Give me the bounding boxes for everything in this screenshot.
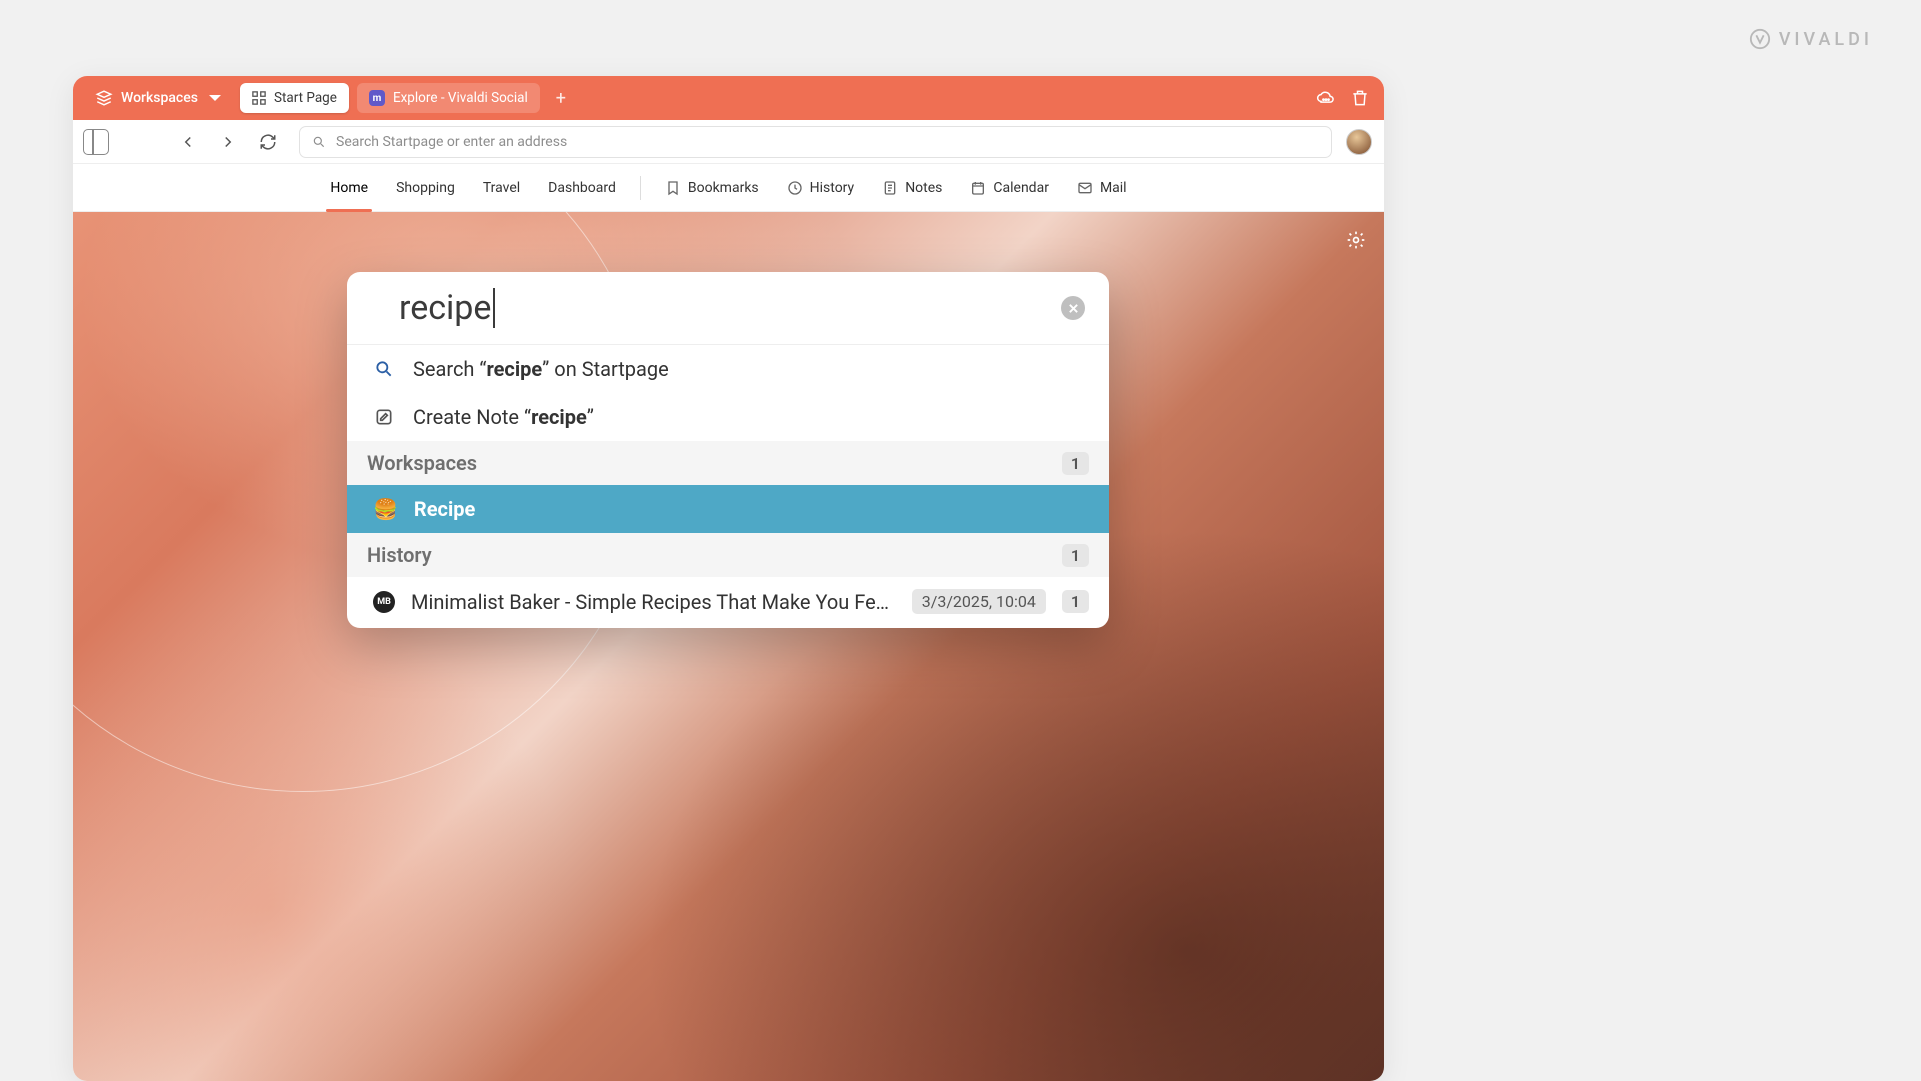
workspaces-button[interactable]: Workspaces (87, 83, 232, 113)
gear-icon (1346, 230, 1366, 250)
text-cursor (493, 288, 495, 328)
forward-button[interactable] (211, 125, 245, 159)
sd-home[interactable]: Home (320, 164, 378, 212)
history-icon (787, 180, 803, 196)
burger-icon: 🍔 (373, 497, 398, 521)
navbar: Search Startpage or enter an address (73, 120, 1384, 164)
address-bar[interactable]: Search Startpage or enter an address (299, 126, 1332, 158)
sd-bookmarks[interactable]: Bookmarks (655, 164, 769, 212)
section-count-badge: 1 (1062, 544, 1089, 567)
create-note-row[interactable]: Create Note “recipe” (347, 393, 1109, 441)
quick-commands-panel: recipe Search “recipe” on Startpage (347, 272, 1109, 628)
sd-mail[interactable]: Mail (1067, 164, 1137, 212)
new-tab-button[interactable]: + (548, 85, 574, 111)
history-date-badge: 3/3/2025, 10:04 (912, 589, 1046, 614)
sd-dashboard[interactable]: Dashboard (538, 164, 626, 212)
quick-search-text: recipe (399, 288, 491, 328)
section-count-badge: 1 (1062, 452, 1089, 475)
mail-icon (1077, 180, 1093, 196)
close-icon (1068, 303, 1079, 314)
section-history: History 1 (347, 533, 1109, 577)
site-favicon: MB (373, 591, 395, 613)
search-row-text: Search “recipe” on Startpage (413, 357, 669, 381)
chevron-down-icon (206, 89, 224, 107)
bookmark-icon (665, 180, 681, 196)
note-edit-icon (373, 407, 395, 427)
tab-startpage[interactable]: Start Page (240, 83, 349, 113)
history-count-badge: 1 (1062, 590, 1089, 613)
address-placeholder: Search Startpage or enter an address (336, 134, 567, 150)
sd-shopping[interactable]: Shopping (386, 164, 465, 212)
trash-icon[interactable] (1350, 88, 1370, 108)
startpage-settings-button[interactable] (1346, 230, 1366, 254)
sd-history[interactable]: History (777, 164, 865, 212)
search-engine-row[interactable]: Search “recipe” on Startpage (347, 345, 1109, 393)
history-result-title: Minimalist Baker - Simple Recipes That M… (411, 590, 896, 614)
sync-cloud-icon[interactable] (1316, 88, 1336, 108)
search-globe-icon (373, 359, 395, 379)
workspace-result-label: Recipe (414, 497, 475, 521)
startpage-icon (252, 91, 266, 105)
workspace-result-recipe[interactable]: 🍔 Recipe (347, 485, 1109, 533)
notes-icon (882, 180, 898, 196)
mastodon-icon: m (369, 90, 385, 106)
startpage-content: recipe Search “recipe” on Startpage (73, 212, 1384, 1081)
tab-vivaldi-social[interactable]: m Explore - Vivaldi Social (357, 83, 540, 113)
reload-button[interactable] (251, 125, 285, 159)
vivaldi-wordmark: VIVALDI (1779, 29, 1873, 50)
history-result-item[interactable]: MB Minimalist Baker - Simple Recipes Tha… (347, 577, 1109, 628)
browser-window: Workspaces Start Page m Explore - Vivald… (73, 76, 1384, 1081)
profile-avatar[interactable] (1346, 129, 1372, 155)
section-label: History (367, 543, 432, 567)
clear-button[interactable] (1061, 296, 1085, 320)
workspaces-label: Workspaces (121, 90, 198, 106)
divider (640, 176, 641, 200)
titlebar: Workspaces Start Page m Explore - Vivald… (73, 76, 1384, 120)
vivaldi-icon (1749, 28, 1771, 50)
section-workspaces: Workspaces 1 (347, 441, 1109, 485)
workspaces-icon (95, 89, 113, 107)
speeddial-nav: Home Shopping Travel Dashboard Bookmarks… (73, 164, 1384, 212)
note-row-text: Create Note “recipe” (413, 405, 594, 429)
sd-calendar[interactable]: Calendar (960, 164, 1059, 212)
tab-label: Explore - Vivaldi Social (393, 90, 528, 106)
tab-label: Start Page (274, 90, 337, 106)
calendar-icon (970, 180, 986, 196)
sd-notes[interactable]: Notes (872, 164, 952, 212)
search-icon (312, 135, 326, 149)
quick-search-input[interactable]: recipe (347, 272, 1109, 345)
section-label: Workspaces (367, 451, 477, 475)
vivaldi-logo: VIVALDI (1749, 28, 1873, 50)
panel-toggle-button[interactable] (83, 129, 109, 155)
back-button[interactable] (171, 125, 205, 159)
sd-travel[interactable]: Travel (473, 164, 530, 212)
